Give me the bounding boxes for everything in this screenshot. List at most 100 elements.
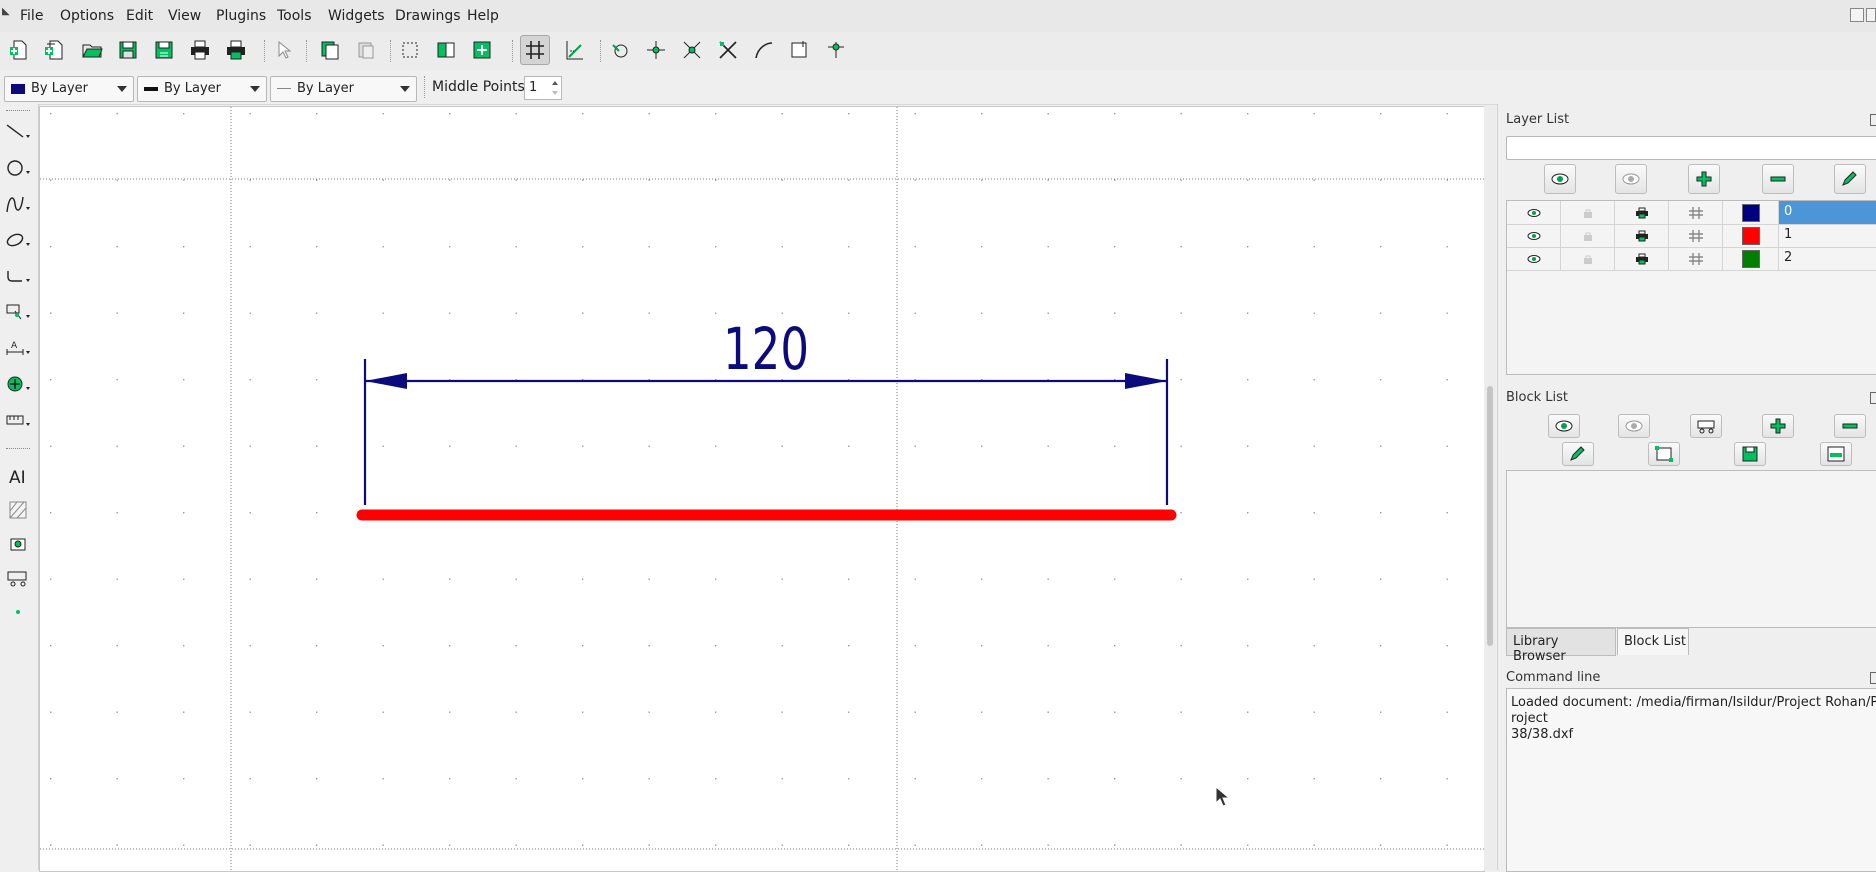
block-insert-icon[interactable] [432, 36, 460, 64]
layer-search-input[interactable] [1506, 136, 1876, 160]
menu-view[interactable]: View [168, 8, 201, 24]
menu-options[interactable]: Options [60, 8, 114, 24]
snap-center-icon[interactable] [750, 36, 778, 64]
hide-all-blocks-icon[interactable] [1618, 414, 1650, 438]
rename-block-icon[interactable] [1562, 442, 1594, 466]
menu-widgets[interactable]: Widgets [328, 8, 385, 24]
edit-block-icon[interactable] [1648, 442, 1680, 466]
layer-color-cell[interactable] [1723, 224, 1779, 247]
selection-window-icon[interactable] [396, 36, 424, 64]
layer-color-cell[interactable] [1723, 201, 1779, 224]
save-icon[interactable] [114, 36, 142, 64]
middle-points-spinbox[interactable]: 1 [524, 76, 562, 100]
hatch-tool-icon[interactable] [2, 496, 34, 524]
menu-tools[interactable]: Tools [277, 8, 312, 24]
printer-icon[interactable] [1615, 224, 1669, 247]
eye-icon[interactable] [1507, 224, 1561, 247]
layer-name-cell[interactable]: 1 [1779, 224, 1876, 247]
tab-block-list[interactable]: Block List [1617, 628, 1689, 655]
show-all-blocks-icon[interactable] [1548, 414, 1580, 438]
construction-icon[interactable] [1669, 201, 1723, 224]
eye-icon[interactable] [1507, 201, 1561, 224]
lock-icon[interactable] [1561, 247, 1615, 270]
drawing-canvas[interactable]: 120 [39, 106, 1485, 872]
open-folder-icon[interactable] [78, 36, 106, 64]
save-block-icon[interactable] [1734, 442, 1766, 466]
grid-icon[interactable] [520, 35, 550, 65]
hide-all-layers-icon[interactable] [1615, 164, 1647, 194]
create-block-icon[interactable] [1690, 414, 1722, 438]
restore-window-icon[interactable] [1866, 8, 1876, 22]
layer-row[interactable]: 0 [1507, 201, 1876, 225]
color-combo[interactable]: By Layer [4, 76, 134, 102]
layer-color-cell[interactable] [1723, 247, 1779, 270]
layer-name-cell[interactable]: 0 [1779, 201, 1876, 224]
ellipse-tool-icon[interactable] [2, 226, 34, 254]
modify-tool-icon[interactable] [2, 370, 34, 398]
minimize-window-icon[interactable] [1850, 8, 1864, 22]
printer-icon[interactable] [1615, 201, 1669, 224]
menu-plugins[interactable]: Plugins [216, 8, 266, 24]
snap-endpoint-icon[interactable] [678, 36, 706, 64]
layer-row[interactable]: 1 [1507, 224, 1876, 248]
eye-icon[interactable] [1507, 247, 1561, 270]
save-as-icon[interactable] [150, 36, 178, 64]
dock-close-icon[interactable] [1870, 114, 1876, 126]
block-create-icon[interactable] [468, 36, 496, 64]
spin-up-icon[interactable] [552, 81, 558, 85]
layer-row[interactable]: 2 [1507, 247, 1876, 271]
select-pointer-icon[interactable] [270, 36, 298, 64]
lock-icon[interactable] [1561, 201, 1615, 224]
image-tool-icon[interactable] [2, 530, 34, 558]
lock-icon[interactable] [1561, 224, 1615, 247]
text-tool-icon[interactable]: AI [2, 462, 34, 490]
polyline-tool-icon[interactable] [2, 262, 34, 290]
insert-block-icon[interactable] [1820, 442, 1852, 466]
circle-tool-icon[interactable] [2, 154, 34, 182]
printer-icon[interactable] [1615, 247, 1669, 270]
select-tool-icon[interactable] [2, 298, 34, 326]
mouse-cursor-icon [1215, 786, 1231, 807]
spin-down-icon[interactable] [552, 91, 558, 95]
menu-edit[interactable]: Edit [126, 8, 153, 24]
snap-free-icon[interactable] [606, 36, 634, 64]
print-preview-icon[interactable] [222, 36, 250, 64]
tab-library-browser[interactable]: Library Browser [1506, 628, 1616, 664]
menu-drawings[interactable]: Drawings [395, 8, 461, 24]
new-document-icon[interactable] [6, 36, 34, 64]
curve-tool-icon[interactable] [2, 190, 34, 218]
new-from-template-icon[interactable] [40, 36, 68, 64]
construction-icon[interactable] [1669, 247, 1723, 270]
dimension-arrow-right [1125, 373, 1167, 389]
snap-distance-icon[interactable] [822, 36, 850, 64]
snap-middle-icon[interactable] [786, 36, 814, 64]
snap-grid-icon[interactable] [642, 36, 670, 64]
layer-name-cell[interactable]: 2 [1779, 247, 1876, 270]
snap-on-entity-icon[interactable] [714, 36, 742, 64]
show-all-layers-icon[interactable] [1544, 164, 1576, 194]
remove-layer-icon[interactable] [1762, 164, 1794, 194]
edit-layer-icon[interactable] [1834, 164, 1866, 194]
add-block-icon[interactable] [1762, 414, 1794, 438]
dock-close-icon[interactable] [1870, 672, 1876, 684]
print-icon[interactable] [186, 36, 214, 64]
copy-icon[interactable] [316, 36, 344, 64]
point-tool-icon[interactable] [2, 598, 34, 626]
dock-close-icon[interactable] [1870, 392, 1876, 404]
canvas-vertical-scrollbar[interactable] [1484, 106, 1496, 870]
menu-file[interactable]: File [20, 8, 43, 24]
measure-tool-icon[interactable] [2, 406, 34, 434]
menu-help[interactable]: Help [467, 8, 499, 24]
scrollbar-thumb[interactable] [1487, 386, 1493, 646]
cut-icon[interactable] [352, 36, 380, 64]
add-layer-icon[interactable] [1688, 164, 1720, 194]
dimension-tool-icon[interactable]: A [2, 334, 34, 362]
construction-icon[interactable] [1669, 224, 1723, 247]
block-table[interactable] [1506, 470, 1876, 628]
block-tool-icon[interactable] [2, 564, 34, 592]
width-combo[interactable]: By Layer [137, 76, 267, 102]
remove-block-icon[interactable] [1834, 414, 1866, 438]
linetype-combo[interactable]: By Layer [270, 76, 417, 102]
snap-guide-icon[interactable] [560, 36, 588, 64]
line-tool-icon[interactable] [2, 118, 34, 146]
